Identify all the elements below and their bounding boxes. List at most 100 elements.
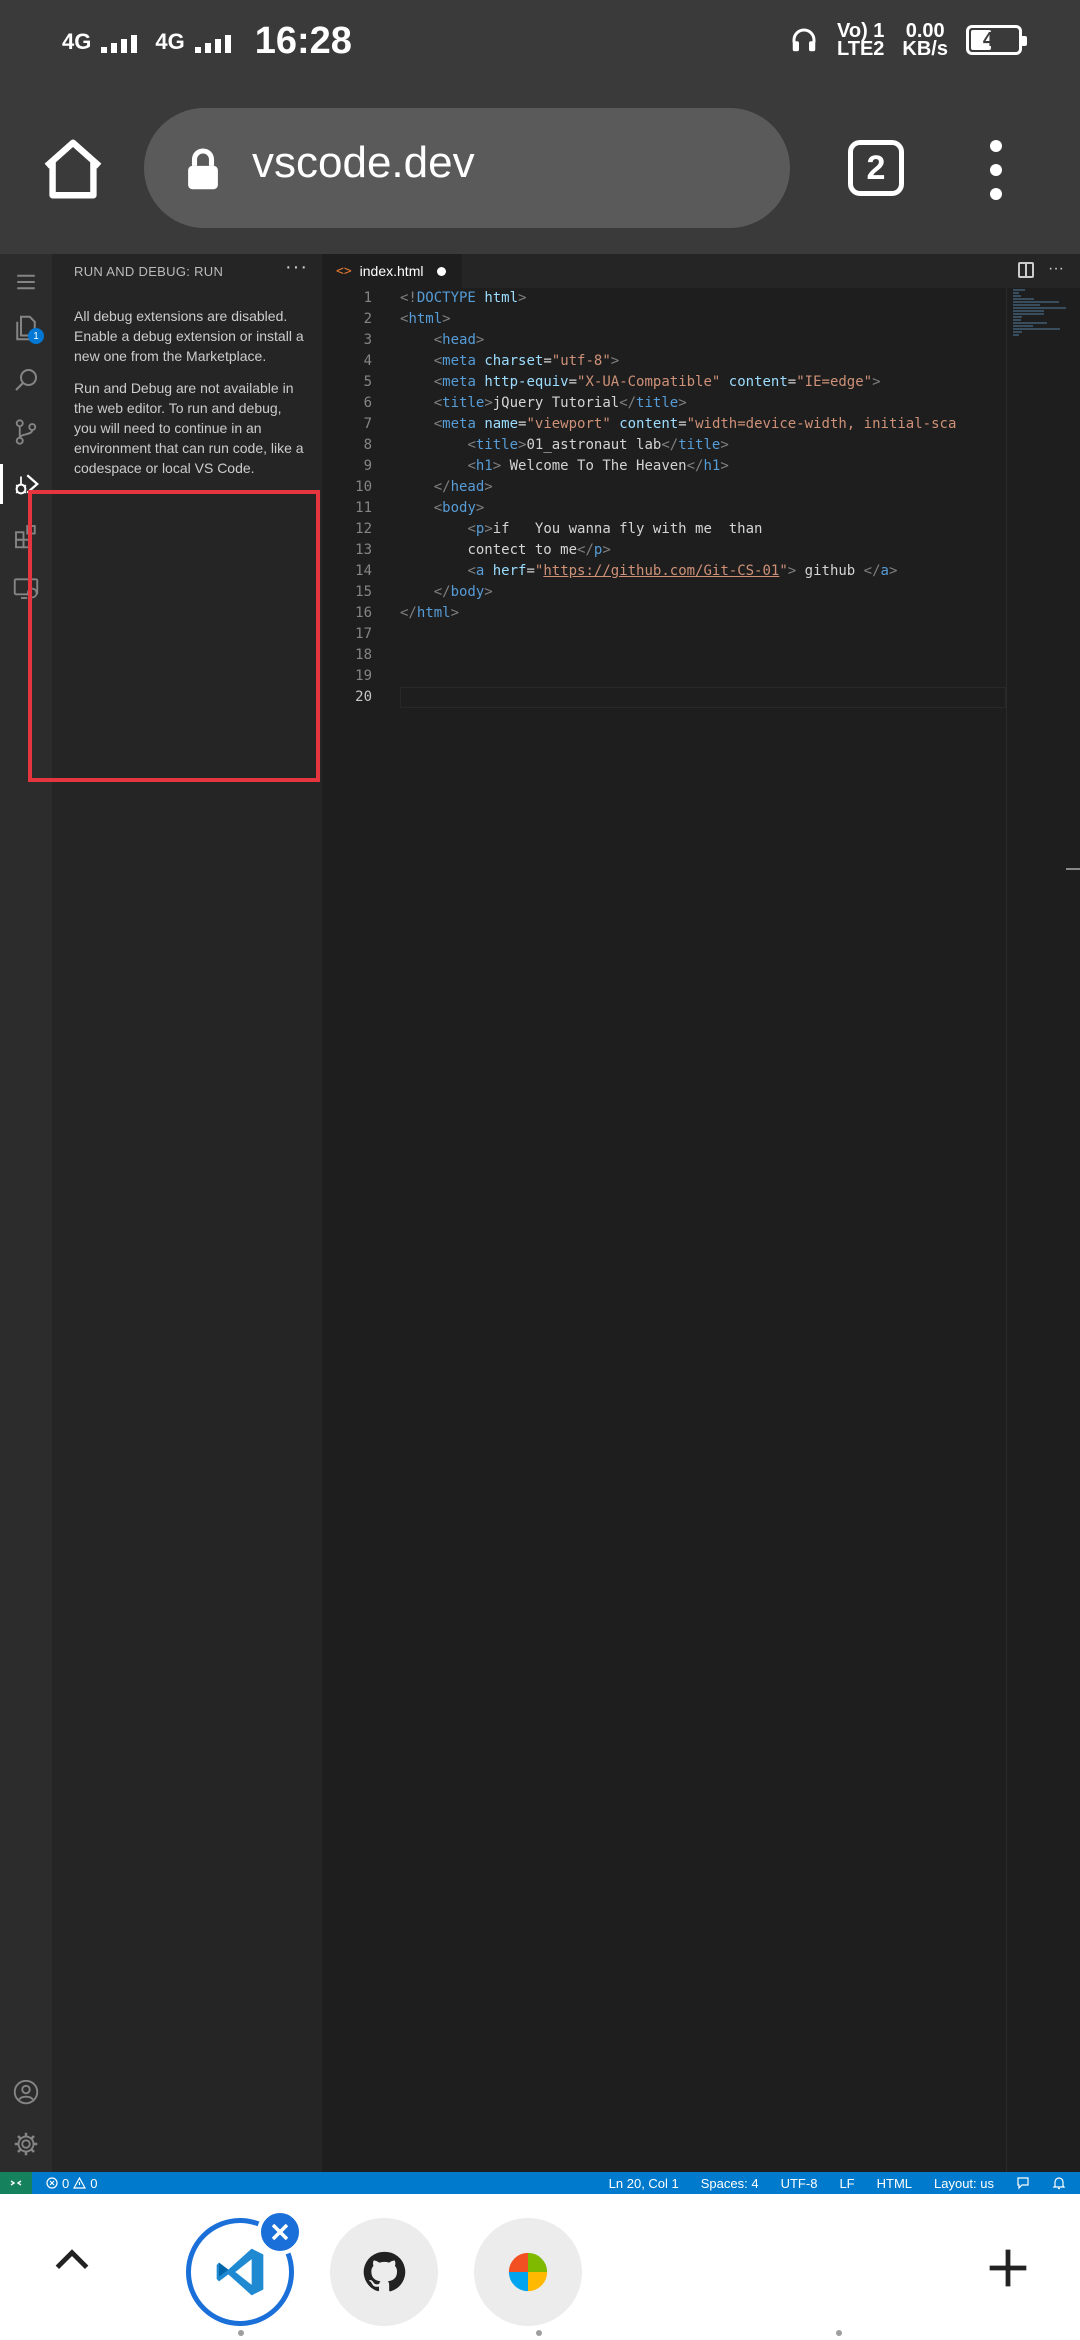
minimap-line xyxy=(1013,298,1034,300)
account-icon[interactable] xyxy=(0,2066,52,2118)
debug-disabled-message: All debug extensions are disabled. Enabl… xyxy=(74,308,304,364)
code-line[interactable]: 12 <p>if You wanna fly with me than xyxy=(322,519,1006,540)
github-tab[interactable] xyxy=(330,2218,438,2326)
end-of-line[interactable]: LF xyxy=(839,2176,854,2191)
line-number: 1 xyxy=(363,290,372,306)
editor-area: <> index.html ··· 1 <!DOCTYPE html> 2 <html… xyxy=(322,254,1080,2172)
microsoft-logo-icon xyxy=(508,2252,548,2292)
code-line[interactable]: 15 </body> xyxy=(322,582,1006,603)
code-line[interactable]: 6 <title>jQuery Tutorial</title> xyxy=(322,393,1006,414)
keyboard-layout[interactable]: Layout: us xyxy=(934,2176,994,2191)
code-line[interactable]: 2 <html> xyxy=(322,309,1006,330)
code-line[interactable]: 18 xyxy=(322,645,1006,666)
notifications-bell-icon[interactable] xyxy=(1052,2176,1066,2190)
line-number: 7 xyxy=(363,416,372,432)
minimap-line xyxy=(1013,307,1066,309)
lock-icon xyxy=(188,148,218,190)
code-text: <h1> Welcome To The Heaven</h1> xyxy=(467,458,729,474)
code-text: <head> xyxy=(433,332,485,348)
tab-switcher-button[interactable]: 2 xyxy=(848,140,904,196)
new-tab-plus-icon[interactable] xyxy=(986,2246,1030,2290)
sim2-label: 4G xyxy=(155,28,185,54)
unsaved-dot-icon[interactable] xyxy=(437,266,447,276)
remote-explorer-icon[interactable] xyxy=(0,562,52,614)
code-line[interactable]: 1 <!DOCTYPE html> xyxy=(322,288,1006,309)
tab-index-html[interactable]: <> index.html xyxy=(322,254,462,288)
current-line-highlight xyxy=(400,687,1006,708)
code-text: <p>if You wanna fly with me than xyxy=(467,521,763,537)
remote-indicator-icon[interactable] xyxy=(0,2172,32,2194)
explorer-files-icon[interactable]: 1 xyxy=(0,302,52,354)
settings-gear-icon[interactable] xyxy=(0,2118,52,2170)
extensions-icon[interactable] xyxy=(0,510,52,562)
code-text: </body> xyxy=(433,584,493,600)
code-editor[interactable]: 1 <!DOCTYPE html> 2 <html> 3 <head> 4 <meta c… xyxy=(322,288,1006,708)
indentation[interactable]: Spaces: 4 xyxy=(701,2176,759,2191)
code-line[interactable]: 3 <head> xyxy=(322,330,1006,351)
code-line[interactable]: 14 <a herf="https://github.com/Git-CS-01… xyxy=(322,561,1006,582)
home-icon[interactable] xyxy=(38,134,108,204)
code-line[interactable]: 9 <h1> Welcome To The Heaven</h1> xyxy=(322,456,1006,477)
browser-menu-icon[interactable] xyxy=(984,140,1008,200)
run-and-debug-icon[interactable] xyxy=(0,458,52,510)
code-line[interactable]: 7 <meta name="viewport" content="width=d… xyxy=(322,414,1006,435)
minimap-line xyxy=(1013,331,1022,333)
vscode-tab[interactable] xyxy=(186,2209,303,2326)
line-number: 4 xyxy=(363,353,372,369)
debug-unavailable-message: Run and Debug are not available in the w… xyxy=(74,380,304,476)
microsoft-tab[interactable] xyxy=(474,2218,582,2326)
status-right: Vo) 1 LTE2 0.00 KB/s 40 xyxy=(789,21,1027,59)
code-line[interactable]: 13 contect to me</p> xyxy=(322,540,1006,561)
code-line[interactable]: 11 <body> xyxy=(322,498,1006,519)
chevron-up-icon[interactable] xyxy=(50,2238,94,2282)
feedback-icon[interactable] xyxy=(1016,2176,1030,2190)
line-number: 15 xyxy=(355,584,372,600)
vscode-workbench: 1 RUN AND DEBUG: RUN ··· All debug exten… xyxy=(0,254,1080,2172)
encoding[interactable]: UTF-8 xyxy=(781,2176,818,2191)
sidebar-more-actions-icon[interactable]: ··· xyxy=(285,256,308,279)
battery-icon: 40 xyxy=(966,25,1027,55)
clock: 16:28 xyxy=(254,20,352,62)
split-editor-icon[interactable] xyxy=(1018,262,1035,278)
minimap[interactable] xyxy=(1006,288,1080,2172)
code-line[interactable]: 4 <meta charset="utf-8"> xyxy=(322,351,1006,372)
line-number: 18 xyxy=(355,647,372,663)
minimap-line xyxy=(1013,310,1045,312)
code-line[interactable]: 19 xyxy=(322,666,1006,687)
scrollbar-marker[interactable] xyxy=(1066,868,1080,870)
code-line[interactable]: 10 </head> xyxy=(322,477,1006,498)
github-logo-icon xyxy=(363,2251,406,2292)
headphones-icon xyxy=(792,28,816,52)
language-mode[interactable]: HTML xyxy=(877,2176,912,2191)
code-text: <html> xyxy=(400,311,451,327)
status-right-items: Ln 20, Col 1 Spaces: 4 UTF-8 LF HTML Lay… xyxy=(609,2172,1066,2194)
vscode-logo-icon xyxy=(216,2248,264,2296)
editor-tab-bar: <> index.html ··· xyxy=(322,254,1080,288)
code-line[interactable]: 8 <title>01_astronaut lab</title> xyxy=(322,435,1006,456)
menu-icon[interactable] xyxy=(0,256,52,308)
code-line[interactable]: 20 xyxy=(322,687,1006,708)
cursor-position[interactable]: Ln 20, Col 1 xyxy=(609,2176,679,2191)
code-line[interactable]: 5 <meta http-equiv="X-UA-Compatible" con… xyxy=(322,372,1006,393)
minimap-line xyxy=(1013,301,1059,303)
search-icon[interactable] xyxy=(0,354,52,406)
code-line[interactable]: 17 xyxy=(322,624,1006,645)
line-number: 20 xyxy=(355,689,372,705)
problems-indicator[interactable]: 0 0 xyxy=(46,2176,97,2191)
sim1-signal: 4G xyxy=(62,30,138,53)
error-count: 0 xyxy=(62,2175,70,2191)
minimap-line xyxy=(1013,334,1019,336)
address-bar[interactable]: vscode.dev xyxy=(144,108,790,228)
code-line[interactable]: 16 </html> xyxy=(322,603,1006,624)
browser-toolbar: vscode.dev 2 xyxy=(0,84,1080,254)
activity-bar: 1 xyxy=(0,254,52,2172)
html-file-icon: <> xyxy=(336,263,352,279)
code-text: contect to me</p> xyxy=(467,542,611,558)
line-number: 12 xyxy=(355,521,372,537)
close-tab-icon[interactable] xyxy=(257,2209,303,2255)
code-text: <meta http-equiv="X-UA-Compatible" conte… xyxy=(433,374,881,390)
error-icon xyxy=(46,2177,58,2189)
source-control-icon[interactable] xyxy=(0,406,52,458)
minimap-line xyxy=(1013,292,1019,294)
editor-more-actions-icon[interactable]: ··· xyxy=(1048,260,1064,278)
